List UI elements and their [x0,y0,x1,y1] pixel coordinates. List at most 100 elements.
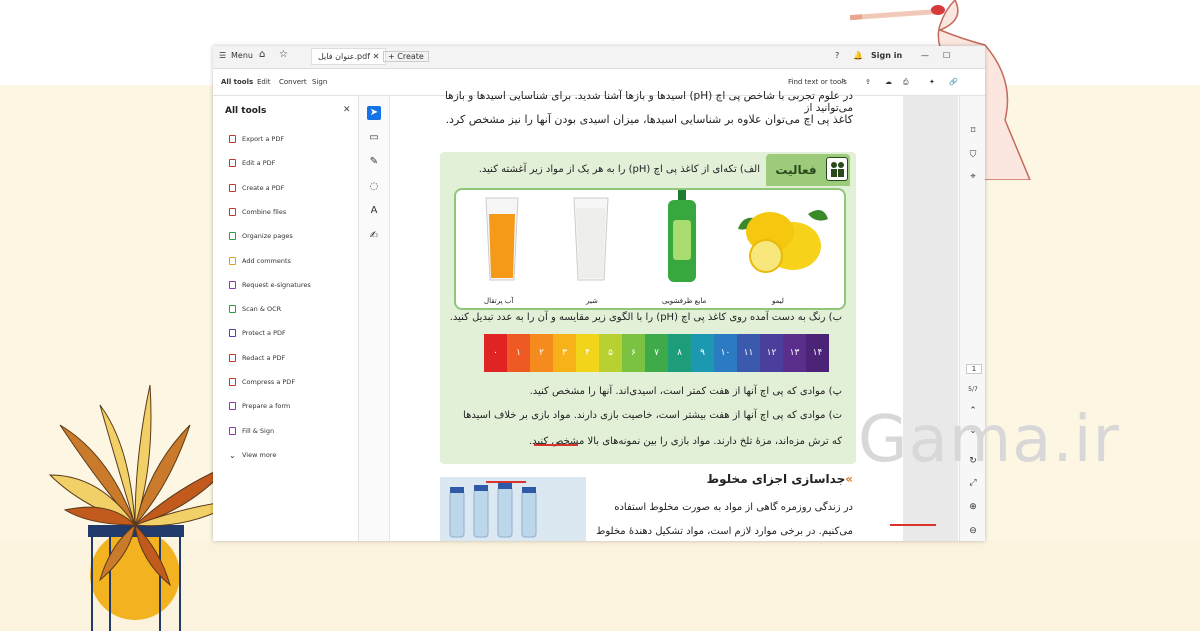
fit-page-icon[interactable]: ⤢ [966,478,980,488]
ph-cell-9: ۹ [691,334,714,372]
tool-create-pdf[interactable]: Create a PDF [229,181,284,195]
close-tab-icon[interactable]: ✕ [373,52,380,61]
ph-cell-13: ۱۳ [783,334,806,372]
tool-request-signatures[interactable]: Request e-signatures [229,278,311,292]
signature-icon [229,281,236,289]
link-icon[interactable]: 🔗 [949,78,958,86]
tool-compress-pdf[interactable]: Compress a PDF [229,375,295,389]
edit-icon [229,159,236,167]
ph-cell-5: ۵ [599,334,622,372]
tool-label: Combine files [242,208,287,216]
question-p: پ) موادی که پی اچ آنها از هفت کمتر است، … [529,386,842,397]
ph-cell-7: ۷ [645,334,668,372]
tool-label: Create a PDF [242,184,285,192]
lemons [738,210,828,273]
ph-cell-8: ۸ [668,334,691,372]
materials-image: آب پرتقال شیر مایع ظرفشویی لیمو [454,188,846,310]
dish-soap-bottle [668,190,696,282]
question-t-line-2: که ترش مزه‌اند، مزهٔ تلخ دارند. مواد باز… [528,436,842,447]
home-icon[interactable]: ⌂ [259,49,265,60]
tool-label: Add comments [242,257,291,265]
zoom-in-icon[interactable]: ⊕ [966,502,980,512]
question-t-line-1: ت) موادی که پی اچ آنها از هفت بیشتر است،… [463,410,842,421]
orange-juice-glass [485,197,519,281]
tool-add-comments[interactable]: Add comments [229,254,291,268]
stamp-icon[interactable]: ✍ [367,229,381,243]
tab-convert[interactable]: Convert [279,78,307,86]
tool-prepare-form[interactable]: Prepare a form [229,399,290,413]
ph-color-scale: ۰ ۱ ۲ ۳ ۴ ۵ ۶ ۷ ۸ ۹ ۱۰ ۱۱ ۱۲ ۱۳ ۱۴ [484,334,829,372]
ph-cell-4: ۴ [576,334,599,372]
tool-scan-ocr[interactable]: Scan & OCR [229,302,281,316]
ph-cell-11: ۱۱ [737,334,760,372]
text-box-icon[interactable]: A [367,204,381,218]
form-icon [229,402,236,410]
protect-icon[interactable]: ⛉ [966,150,980,160]
caption-lemon: لیمو [772,297,784,305]
people-icon [826,157,848,181]
lasso-icon[interactable]: ◌ [367,180,381,194]
redact-icon [229,354,236,362]
ai-assistant-icon[interactable]: ✦ [929,78,935,86]
intro-line-2: کاغذ پی اچ می‌توان علاوه بر شناسایی اسید… [445,113,853,126]
activity-label: فعالیت [775,163,817,177]
save-icon[interactable]: ⇪ [865,78,871,86]
organize-icon [229,232,236,240]
search-icon[interactable]: ⌕ [841,76,846,86]
protect-icon [229,329,236,337]
section-heading: »جداسازی اجزای مخلوط [707,472,853,486]
menu-icon[interactable]: ☰ [219,51,226,60]
body-line-2: می‌کنیم. در برخی موارد لازم است، مواد تش… [596,526,853,537]
annotation-underline [534,444,578,446]
attachment-icon[interactable]: ⌖ [966,172,980,182]
new-tab-button[interactable]: + Create [383,51,429,62]
page-number-input[interactable]: 1 [966,364,982,374]
chevron-icon: » [845,472,853,486]
tool-label: View more [242,451,277,459]
minimize-icon[interactable]: — [921,51,929,60]
caption-dish-soap: مایع ظرفشویی [662,297,707,305]
bookmark-icon[interactable]: ⌑ [966,126,980,136]
pdf-page: در علوم تجربی با شاخص پی اچ (pH) اسید‌ها… [390,90,903,541]
tool-export-pdf[interactable]: Export a PDF [229,132,284,146]
maximize-icon[interactable]: ☐ [943,51,950,60]
tab-edit[interactable]: Edit [257,78,271,86]
create-icon [229,184,236,192]
notification-icon[interactable]: 🔔 [853,51,863,60]
help-icon[interactable]: ? [835,51,839,60]
tool-edit-pdf[interactable]: Edit a PDF [229,156,275,170]
tool-protect-pdf[interactable]: Protect a PDF [229,326,286,340]
tool-view-more[interactable]: ⌄ View more [229,448,276,462]
caption-orange-juice: آب پرتقال [484,297,514,305]
export-icon [229,135,236,143]
tool-combine-files[interactable]: Combine files [229,205,286,219]
sign-in-button[interactable]: Sign in [871,51,902,60]
menu-label[interactable]: Menu [231,51,253,60]
tab-sign[interactable]: Sign [312,78,327,86]
panel-title: All tools [225,106,267,116]
find-text-button[interactable]: Find text or tools [788,78,847,86]
tool-redact-pdf[interactable]: Redact a PDF [229,351,285,365]
tool-label: Scan & OCR [242,305,282,313]
question-a: الف) تکه‌ای از کاغذ پی اچ (pH) را به هر … [478,164,760,175]
close-panel-icon[interactable]: ✕ [343,105,351,115]
tool-label: Compress a PDF [242,378,296,386]
select-cursor-icon[interactable]: ➤ [367,106,381,120]
upload-icon[interactable]: ☁ [885,78,892,86]
tool-label: Request e-signatures [242,281,311,289]
tab-all-tools[interactable]: All tools [221,78,253,86]
tool-organize-pages[interactable]: Organize pages [229,229,293,243]
tool-label: Redact a PDF [242,354,286,362]
section-title-text: جداسازی اجزای مخلوط [706,472,846,486]
zoom-out-icon[interactable]: ⊖ [966,526,980,536]
tool-fill-sign[interactable]: Fill & Sign [229,424,274,438]
ph-cell-0: ۰ [484,334,507,372]
quick-tools-bar: ➤ ▭ ✎ ◌ A ✍ [359,96,390,541]
comment-icon [229,257,236,265]
tool-label: Edit a PDF [242,159,276,167]
document-tab[interactable]: عنوان فایل.pdf ✕ [311,48,387,65]
star-icon[interactable]: ☆ [279,49,288,60]
pen-icon[interactable]: ✎ [367,155,381,169]
comment-tool-icon[interactable]: ▭ [367,131,381,145]
print-icon[interactable]: ⎙ [903,78,909,87]
